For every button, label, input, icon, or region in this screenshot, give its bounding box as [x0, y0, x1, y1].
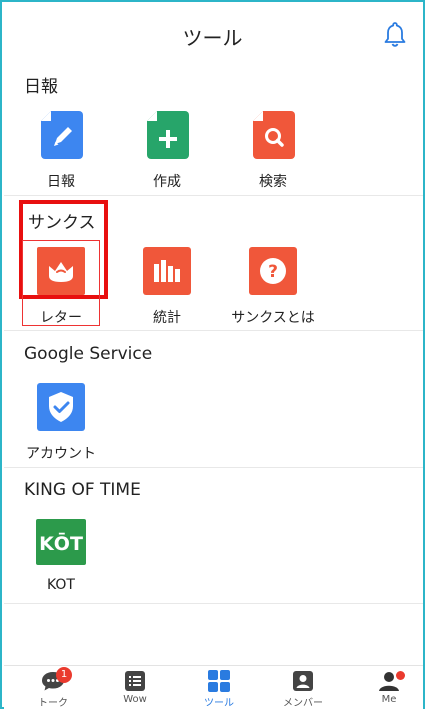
section-divider [4, 195, 423, 196]
list-icon [125, 671, 145, 691]
tab-label: ツール [204, 698, 234, 709]
tool-kot[interactable]: KŌT KOT [11, 519, 111, 593]
tool-label: サンクスとは [231, 310, 315, 326]
tab-members[interactable]: メンバー [273, 670, 333, 709]
member-icon [293, 671, 313, 691]
tab-label: Me [381, 694, 397, 705]
tab-label: メンバー [283, 698, 323, 709]
tool-label: 作成 [153, 174, 181, 190]
section-divider [4, 603, 423, 604]
tool-stats[interactable]: 統計 [117, 247, 217, 327]
kot-logo-icon: KŌT [36, 519, 86, 565]
document-edit-icon [37, 111, 85, 159]
bar-chart-icon [143, 247, 191, 295]
svg-text:?: ? [268, 262, 278, 282]
document-search-icon [249, 111, 297, 159]
tulip-icon [37, 247, 85, 295]
tool-search[interactable]: 検索 [223, 111, 323, 191]
bell-icon[interactable] [381, 20, 409, 48]
tool-label: 統計 [153, 310, 181, 326]
tool-account[interactable]: アカウント [11, 383, 111, 463]
tab-label: トーク [38, 698, 68, 709]
tool-label: 検索 [259, 174, 287, 190]
tab-label: Wow [123, 694, 147, 705]
section-divider [4, 330, 423, 331]
tool-about-thanks[interactable]: ? サンクスとは [223, 247, 323, 327]
section-title-kot: KING OF TIME [24, 480, 141, 500]
tool-letter[interactable]: レター [11, 247, 111, 327]
tool-label: アカウント [26, 446, 96, 462]
question-icon: ? [249, 247, 297, 295]
section-title-google: Google Service [24, 344, 153, 364]
tab-talk[interactable]: 1 トーク [23, 667, 83, 709]
tool-label: KOT [47, 577, 75, 593]
section-title-nippo: 日報 [24, 77, 58, 97]
svg-text:KŌT: KŌT [39, 532, 83, 555]
tool-label: 日報 [47, 174, 75, 190]
tab-tools[interactable]: ツール [189, 670, 249, 709]
document-add-icon [143, 111, 191, 159]
tab-wow[interactable]: Wow [105, 670, 165, 705]
app-frame: ツール 日報 日報 作成 検索 サンクス レター 統計 ? サンクスとは Goo… [0, 0, 425, 709]
tool-nippo[interactable]: 日報 [11, 111, 111, 191]
section-divider [4, 467, 423, 468]
notification-dot [396, 671, 405, 680]
tool-create[interactable]: 作成 [117, 111, 217, 191]
unread-badge: 1 [56, 667, 72, 683]
tool-label: レター [40, 310, 82, 326]
shield-check-icon [37, 383, 85, 431]
tab-me[interactable]: Me [359, 670, 419, 705]
header: ツール [2, 2, 423, 64]
page-title: ツール [182, 26, 243, 50]
grid-icon [208, 670, 230, 692]
bottom-tab-bar: 1 トーク Wow ツール メンバー Me [4, 665, 423, 709]
